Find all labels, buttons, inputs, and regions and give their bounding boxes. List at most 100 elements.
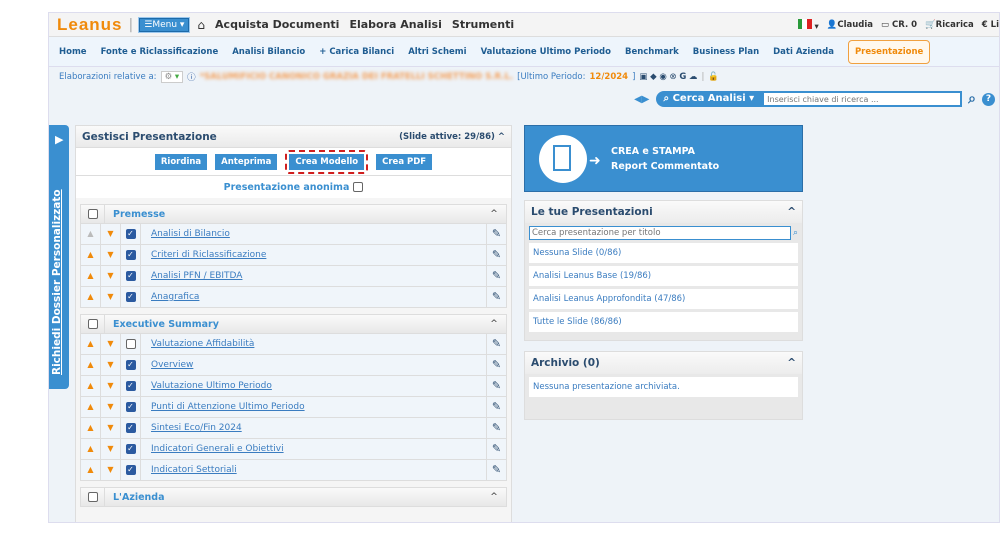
move-down-icon[interactable]: ▼ xyxy=(101,224,121,244)
help-icon[interactable]: ? xyxy=(982,92,995,106)
search-icon[interactable]: ⌕ xyxy=(793,228,798,238)
section-header[interactable]: L'Azienda ^ xyxy=(80,487,507,507)
move-up-icon[interactable]: ▲ xyxy=(81,397,101,417)
nav-business-plan[interactable]: Business Plan xyxy=(693,47,759,57)
crea-pdf-button[interactable]: Crea PDF xyxy=(376,153,433,170)
presentation-item[interactable]: Tutte le Slide (86/86) xyxy=(529,312,798,332)
user-button[interactable]: 👤Claudia xyxy=(827,20,873,30)
nav-dati-azienda[interactable]: Dati Azienda xyxy=(773,47,834,57)
move-up-icon[interactable]: ▲ xyxy=(81,224,101,244)
move-down-icon[interactable]: ▼ xyxy=(101,439,121,459)
chevron-up-icon[interactable]: ^ xyxy=(482,319,506,329)
crea-modello-button[interactable]: Crea Modello xyxy=(289,153,365,170)
top-link-acquista[interactable]: Acquista Documenti xyxy=(215,18,339,31)
nav-valutazione[interactable]: Valutazione Ultimo Periodo xyxy=(481,47,611,57)
slide-link[interactable]: Valutazione Affidabilità xyxy=(141,339,486,349)
chevron-up-icon[interactable]: ^ xyxy=(787,206,796,218)
lock-icon[interactable]: 🔓 xyxy=(708,72,719,82)
chevron-up-icon[interactable]: ^ xyxy=(482,492,506,502)
move-down-icon[interactable]: ▼ xyxy=(101,287,121,307)
move-up-icon[interactable]: ▲ xyxy=(81,418,101,438)
pencil-icon[interactable]: ✎ xyxy=(486,376,506,396)
slide-link[interactable]: Anagrafica xyxy=(141,292,486,302)
move-down-icon[interactable]: ▼ xyxy=(101,245,121,265)
nav-altri-schemi[interactable]: Altri Schemi xyxy=(408,47,466,57)
top-link-elabora[interactable]: Elabora Analisi xyxy=(349,18,441,31)
anteprima-button[interactable]: Anteprima xyxy=(215,153,278,170)
nav-home[interactable]: Home xyxy=(59,47,87,57)
richiedi-dossier-tab[interactable]: ▶ Richiedi Dossier Personalizzato xyxy=(49,125,69,389)
move-up-icon[interactable]: ▲ xyxy=(81,245,101,265)
move-down-icon[interactable]: ▼ xyxy=(101,334,121,354)
pencil-icon[interactable]: ✎ xyxy=(486,266,506,286)
slide-link[interactable]: Indicatori Generali e Obiettivi xyxy=(141,444,486,454)
chevron-up-icon[interactable]: ^ xyxy=(787,357,796,369)
home-icon[interactable]: ⌂ xyxy=(197,18,205,32)
slide-checkbox[interactable]: ✓ xyxy=(125,360,136,370)
move-up-icon[interactable]: ▲ xyxy=(81,376,101,396)
presentation-item[interactable]: Nessuna Slide (0/86) xyxy=(529,243,798,263)
section-checkbox[interactable] xyxy=(87,492,98,502)
move-up-icon[interactable]: ▲ xyxy=(81,439,101,459)
move-down-icon[interactable]: ▼ xyxy=(101,460,121,480)
credits-button[interactable]: ▭ CR. 0 xyxy=(881,20,917,30)
slide-checkbox[interactable]: ✓ xyxy=(125,444,136,454)
move-up-icon[interactable]: ▲ xyxy=(81,355,101,375)
move-down-icon[interactable]: ▼ xyxy=(101,397,121,417)
presentation-item[interactable]: Analisi Leanus Approfondita (47/86) xyxy=(529,289,798,309)
slide-link[interactable]: Overview xyxy=(141,360,486,370)
pencil-icon[interactable]: ✎ xyxy=(486,224,506,244)
slide-link[interactable]: Indicatori Settoriali xyxy=(141,465,486,475)
section-header[interactable]: Executive Summary ^ xyxy=(80,314,507,334)
nav-fonte[interactable]: Fonte e Riclassificazione xyxy=(101,47,219,57)
nav-analisi-bilancio[interactable]: Analisi Bilancio xyxy=(232,47,305,57)
pencil-icon[interactable]: ✎ xyxy=(486,397,506,417)
top-link-strumenti[interactable]: Strumenti xyxy=(452,18,514,31)
section-checkbox[interactable] xyxy=(87,319,98,329)
presentation-search-input[interactable] xyxy=(529,226,791,240)
slide-checkbox[interactable]: ✓ xyxy=(125,229,136,239)
slide-link[interactable]: Punti di Attenzione Ultimo Periodo xyxy=(141,402,486,412)
language-flag-icon[interactable]: ▾ xyxy=(797,18,819,32)
slide-checkbox[interactable]: ✓ xyxy=(125,271,136,281)
move-up-icon[interactable]: ▲ xyxy=(81,287,101,307)
logo[interactable]: Leanus xyxy=(57,15,123,35)
nav-benchmark[interactable]: Benchmark xyxy=(625,47,679,57)
section-checkbox[interactable] xyxy=(87,209,98,219)
slide-checkbox[interactable]: ✓ xyxy=(125,250,136,260)
cerca-analisi-button[interactable]: ⌕ Cerca Analisi ▾ xyxy=(655,91,763,107)
move-down-icon[interactable]: ▼ xyxy=(101,418,121,438)
move-down-icon[interactable]: ▼ xyxy=(101,266,121,286)
nav-carica-bilanci[interactable]: + Carica Bilanci xyxy=(319,47,394,57)
recharge-button[interactable]: 🛒Ricarica xyxy=(925,20,974,30)
slide-checkbox[interactable]: ✓ xyxy=(125,465,136,475)
pencil-icon[interactable]: ✎ xyxy=(486,287,506,307)
slide-link[interactable]: Analisi di Bilancio xyxy=(141,229,486,239)
riordina-button[interactable]: Riordina xyxy=(154,153,208,170)
info-icon[interactable]: ⓘ xyxy=(187,71,196,83)
search-icon[interactable]: ⌕ xyxy=(968,91,976,107)
move-up-icon[interactable]: ▲ xyxy=(81,334,101,354)
nav-arrows-icon[interactable]: ◀▶ xyxy=(634,94,649,105)
slide-link[interactable]: Sintesi Eco/Fin 2024 xyxy=(141,423,486,433)
chevron-up-icon[interactable]: ^ xyxy=(498,132,505,142)
slide-checkbox[interactable]: ✓ xyxy=(125,402,136,412)
pencil-icon[interactable]: ✎ xyxy=(486,439,506,459)
slide-link[interactable]: Criteri di Riclassificazione xyxy=(141,250,486,260)
toolbar-icons[interactable]: ▣ ◆ ◉ ⊗ G ☁ xyxy=(639,72,697,82)
presentation-item[interactable]: Analisi Leanus Base (19/86) xyxy=(529,266,798,286)
move-up-icon[interactable]: ▲ xyxy=(81,266,101,286)
move-up-icon[interactable]: ▲ xyxy=(81,460,101,480)
slide-checkbox[interactable]: ✓ xyxy=(125,381,136,391)
slide-checkbox[interactable]: ✓ xyxy=(125,292,136,302)
pencil-icon[interactable]: ✎ xyxy=(486,460,506,480)
slide-link[interactable]: Valutazione Ultimo Periodo xyxy=(141,381,486,391)
pencil-icon[interactable]: ✎ xyxy=(486,334,506,354)
move-down-icon[interactable]: ▼ xyxy=(101,376,121,396)
slide-checkbox[interactable] xyxy=(125,339,136,349)
extra-link[interactable]: € Li xyxy=(982,20,999,30)
search-input[interactable] xyxy=(762,91,963,107)
section-header[interactable]: Premesse ^ xyxy=(80,204,507,224)
settings-dropdown[interactable]: ⚙ ▾ xyxy=(160,71,184,83)
chevron-up-icon[interactable]: ^ xyxy=(482,209,506,219)
